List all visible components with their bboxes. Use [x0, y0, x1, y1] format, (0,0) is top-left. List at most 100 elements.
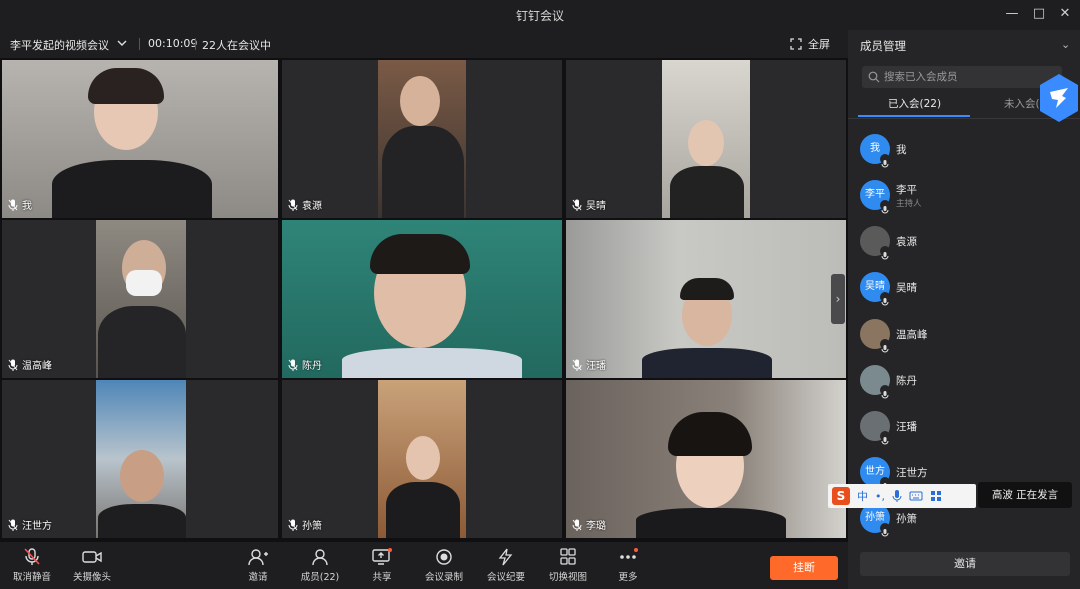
mic-muted-icon [572, 199, 582, 211]
ime-punctuation[interactable]: •, [875, 490, 885, 503]
member-search-input[interactable]: 搜索已入会成员 [862, 66, 1062, 88]
video-tile-chendan[interactable]: 陈丹 [282, 220, 562, 378]
more-label: 更多 [618, 572, 638, 583]
person-face [688, 120, 724, 166]
search-icon [868, 71, 880, 83]
minutes-button[interactable]: 会议纪要 [476, 548, 536, 583]
ime-mode[interactable]: 中 [857, 488, 868, 504]
invite-button[interactable]: 邀请 [228, 548, 288, 583]
video-tile-wen[interactable]: 温高峰 [2, 220, 278, 378]
member-item[interactable]: 吴晴 吴晴 [860, 272, 1070, 306]
member-name: 我 [896, 144, 907, 156]
active-tab-indicator [858, 115, 970, 117]
participant-count: 22人在会议中 [202, 39, 271, 52]
participant-name: 陈丹 [302, 361, 322, 372]
member-name: 汪世方 [896, 467, 928, 479]
participant-name: 孙箫 [302, 521, 322, 532]
mic-status-icon [880, 431, 890, 445]
tile-label: 汪世方 [8, 517, 52, 532]
member-item[interactable]: 袁源 [860, 226, 1070, 260]
mic-status-icon [880, 523, 890, 537]
person-body [382, 126, 464, 218]
member-name: 李平 [896, 184, 917, 196]
mic-status-icon [880, 200, 890, 214]
member-item[interactable]: 孙箫 孙箫 [860, 503, 1070, 537]
invite-label: 邀请 [248, 572, 268, 583]
person-body [636, 508, 786, 538]
fullscreen-button[interactable]: 全屏 [790, 36, 830, 52]
input-method-toolbar[interactable]: S 中 •, [828, 484, 976, 508]
mic-status-icon [880, 292, 890, 306]
participant-name: 汪世方 [22, 521, 52, 532]
fullscreen-icon [790, 38, 802, 50]
member-name: 汪璠 [896, 421, 917, 433]
tile-label: 温高峰 [8, 357, 52, 372]
invite-member-button[interactable]: 邀请 [860, 552, 1070, 576]
person-hair [370, 234, 470, 274]
more-button[interactable]: 更多 [598, 548, 658, 583]
member-item[interactable]: 温高峰 [860, 319, 1070, 353]
person-face [400, 76, 440, 126]
close-icon[interactable]: ✕ [1056, 5, 1074, 23]
person-body [52, 160, 212, 218]
title-bar: 钉钉会议 — □ ✕ [0, 0, 1080, 30]
member-item[interactable]: 陈丹 [860, 365, 1070, 399]
record-button[interactable]: 会议录制 [414, 548, 474, 583]
tile-label: 我 [8, 197, 32, 212]
unmute-button[interactable]: 取消静音 [2, 548, 62, 583]
sogou-logo-icon: S [832, 487, 850, 505]
speaking-indicator: 高波 正在发言 [978, 482, 1072, 508]
toolbox-icon[interactable] [930, 490, 942, 502]
tile-label: 汪璠 [572, 357, 606, 372]
members-button[interactable]: 成员(22) [290, 548, 350, 583]
member-name: 袁源 [896, 236, 917, 248]
video-tile-wangshifang[interactable]: 汪世方 [2, 380, 278, 538]
person-body [98, 306, 186, 378]
share-button[interactable]: 共享 [352, 548, 412, 583]
video-tile-me[interactable]: 我 [2, 60, 278, 218]
member-item[interactable]: 汪璠 [860, 411, 1070, 445]
person-hair [88, 68, 164, 104]
mic-muted-icon [288, 359, 298, 371]
mic-status-icon [880, 339, 890, 353]
participant-name: 温高峰 [22, 361, 52, 372]
camera-off-button[interactable]: 关摄像头 [62, 548, 122, 583]
maximize-icon[interactable]: □ [1030, 5, 1048, 23]
chevron-down-icon[interactable]: ⌄ [1061, 38, 1070, 51]
mic-status-icon [880, 385, 890, 399]
video-feed [96, 380, 186, 538]
app-title: 钉钉会议 [515, 9, 564, 23]
video-tile-sunxiao[interactable]: 孙箫 [282, 380, 562, 538]
participant-name: 汪璠 [586, 361, 606, 372]
video-tile-yuan[interactable]: 袁源 [282, 60, 562, 218]
video-feed [378, 380, 466, 538]
video-tile-wangfan[interactable]: 汪璠 [566, 220, 846, 378]
video-feed [282, 220, 562, 378]
keyboard-icon[interactable] [909, 490, 923, 502]
tile-label: 孙箫 [288, 517, 322, 532]
chevron-down-icon[interactable] [117, 36, 127, 50]
camera-off-label: 关摄像头 [72, 572, 111, 583]
meeting-topic[interactable]: 李平发起的视频会议 [10, 37, 109, 53]
hang-up-button[interactable]: 挂断 [770, 556, 838, 580]
participant-name: 我 [22, 201, 32, 212]
video-tile-wuqing[interactable]: 吴晴 [566, 60, 846, 218]
mic-status-icon [880, 246, 890, 260]
video-feed [378, 60, 466, 218]
member-item[interactable]: 我我 [860, 134, 1070, 168]
minimize-icon[interactable]: — [1003, 5, 1021, 23]
video-feed [566, 220, 846, 378]
next-page-button[interactable]: › [831, 274, 845, 324]
video-grid: 我 袁源 吴晴 温高峰 陈丹 汪璠 汪世方 孙箫 李璐 › [0, 58, 848, 542]
video-tile-lilu[interactable]: 李璐 [566, 380, 846, 538]
mic-status-icon [880, 154, 890, 168]
mic-muted-icon [8, 519, 18, 531]
face-mask [126, 270, 162, 296]
mic-muted-icon [572, 359, 582, 371]
person-body [342, 348, 522, 378]
mic-muted-icon [24, 548, 40, 565]
switch-view-button[interactable]: 切换视图 [538, 548, 598, 583]
tab-joined[interactable]: 已入会(22) [888, 96, 941, 111]
voice-input-icon[interactable] [892, 489, 902, 503]
member-item[interactable]: 李平 李平 主持人 [860, 180, 1070, 214]
